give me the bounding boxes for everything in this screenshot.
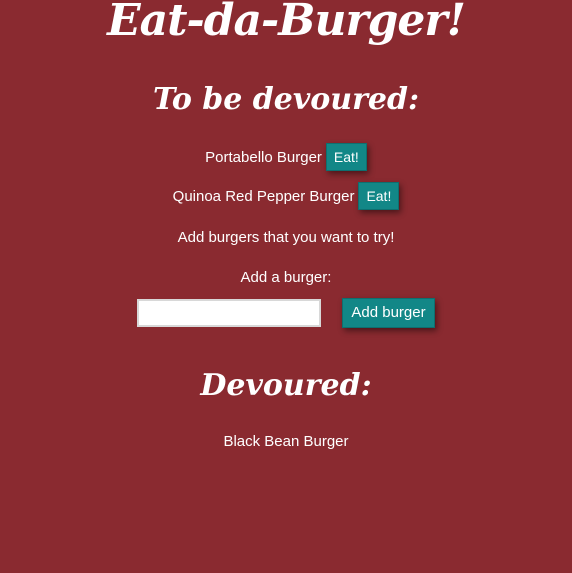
eat-button[interactable]: Eat!: [325, 143, 367, 171]
add-burger-form: Add burger: [0, 298, 572, 328]
devoured-heading: Devoured:: [200, 368, 372, 403]
list-item: Portabello Burger Eat!: [0, 142, 572, 172]
list-item: Quinoa Red Pepper Burger Eat!: [0, 181, 572, 211]
page: Eat-da-Burger! To be devoured: Portabell…: [0, 0, 572, 573]
burger-name: Portabello Burger: [205, 148, 322, 166]
add-burger-label: Add a burger:: [240, 269, 332, 286]
page-title: Eat-da-Burger!: [107, 0, 466, 46]
burger-name-input[interactable]: [137, 299, 322, 327]
devoured-item: Black Bean Burger: [223, 433, 349, 450]
eat-button[interactable]: Eat!: [358, 182, 400, 210]
burger-name: Quinoa Red Pepper Burger: [172, 187, 355, 205]
add-hint-text: Add burgers that you want to try!: [177, 229, 395, 246]
to-devour-heading: To be devoured:: [152, 82, 420, 117]
add-burger-button[interactable]: Add burger: [342, 298, 435, 328]
